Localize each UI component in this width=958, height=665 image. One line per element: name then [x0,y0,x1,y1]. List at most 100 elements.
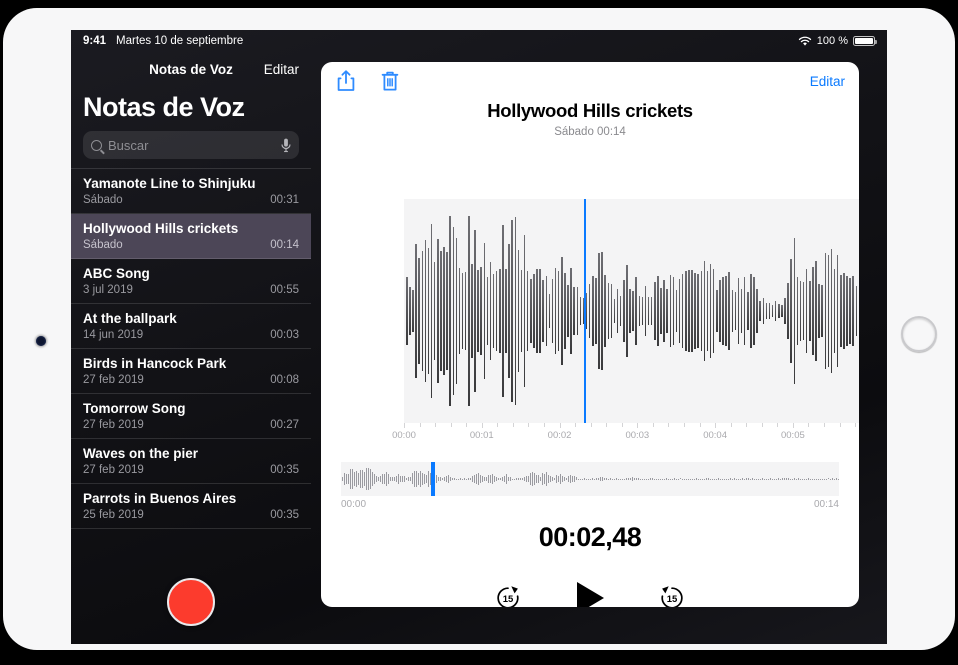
waveform-bar [521,270,523,352]
list-item[interactable]: Birds in Hancock Park27 feb 201900:08 [71,349,311,394]
list-item[interactable]: ABC Song3 jul 201900:55 [71,259,311,304]
axis-minor-tick [777,423,778,427]
trash-icon[interactable] [379,69,401,93]
axis-tick [404,423,405,428]
skip-forward-15-icon[interactable]: 15 [659,585,685,607]
sidebar-nav-title: Notas de Voz [149,62,233,77]
axis-minor-tick [840,423,841,427]
waveform-detail[interactable] [404,199,859,423]
waveform-bar [800,281,802,342]
waveform-bar [524,235,526,388]
waveform-bar [856,286,858,337]
waveform-bar [732,290,734,332]
waveform-playhead[interactable] [584,199,586,423]
waveform-bar [645,286,647,336]
list-item[interactable]: Yamanote Line to ShinjukuSábado00:31 [71,169,311,214]
waveform-bar [570,268,572,354]
list-item-meta: 14 jun 201900:03 [83,329,299,341]
sidebar: Notas de Voz Editar Notas de Voz Buscar [71,52,311,644]
list-item-duration: 00:03 [270,329,299,341]
waveform-bar [589,284,591,339]
waveform-bar [471,264,473,358]
page-title: Notas de Voz [71,86,311,131]
waveform-bar [756,289,758,332]
waveform-bar [763,298,765,324]
list-item-meta: Sábado 00:14 [83,239,299,251]
waveform-bar [462,273,464,350]
axis-tick-label: 00:05 [781,430,805,441]
home-button[interactable] [901,316,937,352]
search-input[interactable]: Buscar [83,131,299,159]
waveform-bar [632,291,634,330]
waveform-bar [673,277,675,344]
waveform-bar [611,284,613,339]
play-icon[interactable] [573,580,607,607]
waveform-bar [635,277,637,345]
scrubber-waveform[interactable] [341,462,839,496]
status-bar-right: 100 % [798,35,875,47]
list-item-title: Hollywood Hills crickets [83,221,299,236]
list-item[interactable]: Tomorrow Song 27 feb 2019 00:27 [71,394,311,439]
waveform-bar [527,271,529,351]
list-item-date: Sábado [83,239,123,251]
wifi-icon [798,36,812,47]
scrubber-end-label: 00:14 [814,499,839,510]
waveform-bar [744,277,746,345]
status-date: Martes 10 de septiembre [116,35,243,47]
waveform-bar [654,282,656,340]
waveform-bar [446,252,448,370]
list-item[interactable]: Hollywood Hills crickets Sábado 00:14 [71,214,311,259]
list-item-meta: 27 feb 201900:35 [83,464,299,476]
waveform-bar [601,252,603,369]
list-item-title: At the ballpark [83,311,299,326]
detail-edit-button[interactable]: Editar [810,74,845,89]
list-item-date: 27 feb 2019 [83,419,144,431]
waveform-bar [434,262,436,360]
list-item-duration: 00:35 [270,464,299,476]
list-item[interactable]: Parrots in Buenos Aires25 feb 201900:35 [71,484,311,529]
list-item-duration: 00:14 [270,239,299,251]
list-item-duration: 00:55 [270,284,299,296]
waveform-bar [682,274,684,347]
sidebar-edit-button[interactable]: Editar [264,62,299,77]
scrubber-playhead[interactable] [431,462,435,496]
scrubber-start-label: 00:00 [341,499,366,510]
waveform-bar [787,283,789,340]
waveform-bar [546,276,548,346]
microphone-icon[interactable] [281,138,291,153]
waveform-bar [685,271,687,350]
share-icon[interactable] [335,69,357,93]
waveform-bar [694,273,696,350]
waveform-bar [530,279,532,343]
axis-minor-tick [497,423,498,427]
axis-tick-label: 00:01 [470,430,494,441]
list-item-title: Tomorrow Song [83,401,299,416]
waveform-bar [620,296,622,326]
list-item[interactable]: At the ballpark 14 jun 201900:03 [71,304,311,349]
waveform-bar [852,276,854,347]
waveform-bar [710,264,712,359]
waveform-bar [437,239,439,383]
waveform-bar [784,298,786,323]
waveform-bar [502,225,504,397]
list-item-meta: 27 feb 201900:08 [83,374,299,386]
skip-back-15-icon[interactable]: 15 [495,585,521,607]
waveform-bar [815,261,817,361]
waveform-bar [803,282,805,339]
list-item-meta: Sábado00:31 [83,194,299,206]
record-button[interactable] [167,578,215,626]
waveform-bar [691,270,693,351]
waveform-bar [440,251,442,372]
list-item-meta: 27 feb 2019 00:27 [83,419,299,431]
list-item[interactable]: Waves on the pier27 feb 201900:35 [71,439,311,484]
waveform-bar [660,288,662,334]
waveform-bar [608,283,610,339]
status-bar-left: 9:41 Martes 10 de septiembre [83,35,243,47]
axis-minor-tick [420,423,421,427]
waveform-bar [666,289,668,333]
status-time: 9:41 [83,35,106,47]
waveform-bar [806,269,808,352]
list-item-duration: 00:27 [270,419,299,431]
waveform-bar [639,296,641,327]
waveform-bar [797,277,799,344]
